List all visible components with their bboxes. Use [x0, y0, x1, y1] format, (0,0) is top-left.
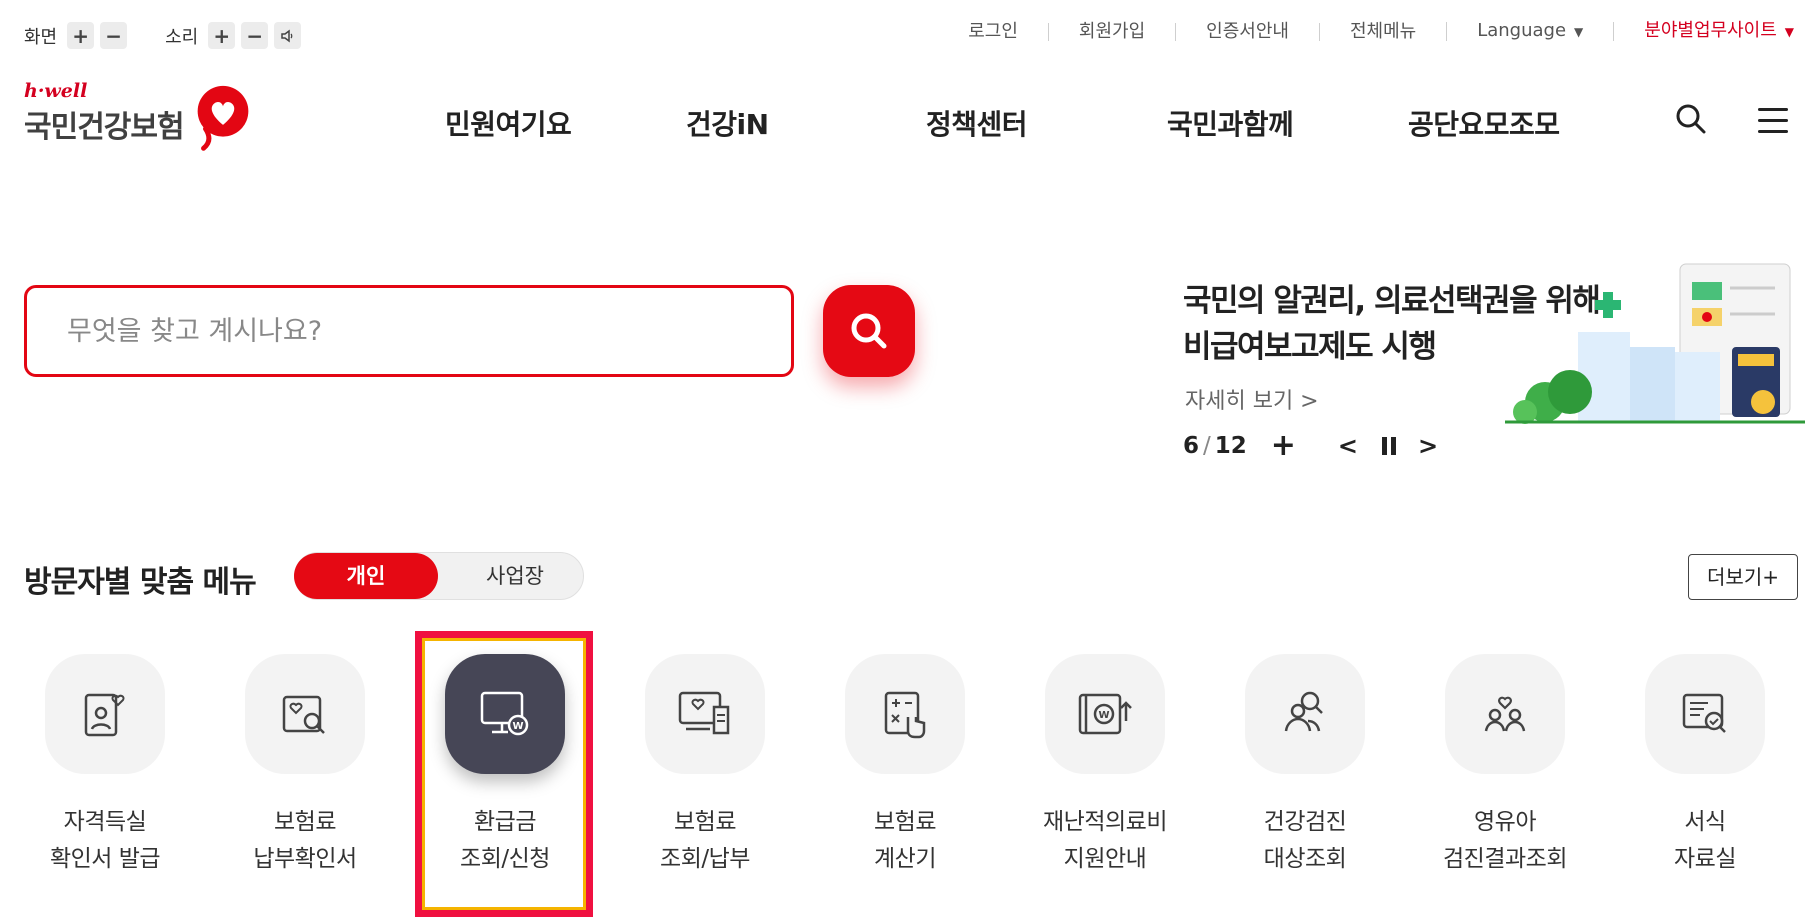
form-check-icon	[1682, 693, 1726, 733]
nhis-logo[interactable]: h·well 국민건강보험	[24, 80, 249, 151]
banner-current-page: 6	[1183, 432, 1200, 459]
menu-item-label: 서식	[1684, 809, 1726, 835]
custom-menu-title: 방문자별 맞춤 메뉴	[24, 565, 257, 600]
menu-item-label: 보험료	[674, 809, 736, 835]
full-menu-link[interactable]: 전체메뉴	[1318, 22, 1446, 41]
field-sites-select[interactable]: 분야별업무사이트 ▼	[1613, 22, 1794, 41]
volume-down-button[interactable]: −	[241, 22, 269, 49]
sound-label: 소리	[165, 26, 199, 48]
main-search-box	[24, 285, 794, 377]
menu-item-label: 영유아	[1474, 809, 1536, 835]
nav-with-people[interactable]: 국민과함께	[1167, 103, 1294, 143]
menu-item-label: 대상조회	[1263, 846, 1347, 872]
menu-item-premium-calculator[interactable]: 보험료계산기	[805, 654, 1005, 878]
screen-zoom-in-button[interactable]: +	[67, 22, 95, 49]
people-search-icon	[1284, 691, 1323, 732]
menu-item-label: 조회/납부	[660, 846, 750, 872]
menu-item-health-checkup-target[interactable]: 건강검진대상조회	[1205, 654, 1405, 878]
language-select[interactable]: Language ▼	[1446, 22, 1613, 41]
certificate-guide-link[interactable]: 인증서안내	[1175, 22, 1319, 41]
calculator-hand-icon	[884, 691, 926, 739]
menu-item-label: 검진결과조회	[1443, 846, 1567, 872]
tab-business[interactable]: 사업장	[445, 553, 585, 599]
id-card-heart-icon	[84, 693, 125, 737]
monitor-won-icon: W	[480, 691, 529, 736]
screen-size-label: 화면	[24, 26, 58, 48]
banner-plus-button[interactable]: +	[1271, 428, 1296, 463]
nav-about-agency[interactable]: 공단요모조모	[1408, 103, 1560, 143]
menu-item-forms-library[interactable]: 서식자료실	[1605, 654, 1805, 878]
menu-item-label: 계산기	[874, 846, 936, 872]
svg-text:W: W	[512, 721, 523, 732]
volume-up-button[interactable]: +	[208, 22, 236, 49]
menu-item-label: 보험료	[874, 809, 936, 835]
svg-text:W: W	[1098, 710, 1109, 721]
visitor-type-toggle: 개인 사업장	[294, 552, 584, 600]
menu-item-qualification-certificate[interactable]: 자격득실확인서 발급	[5, 654, 205, 878]
menu-item-label: 환급금	[474, 809, 536, 835]
main-search-input[interactable]	[67, 315, 751, 347]
banner-page-separator: /	[1203, 432, 1211, 459]
header-search-icon[interactable]	[1675, 103, 1707, 139]
family-heart-icon	[1484, 696, 1526, 732]
main-search-button[interactable]	[823, 285, 915, 377]
screen-zoom-out-button[interactable]: −	[100, 22, 128, 49]
logo-tagline: h·well	[24, 80, 88, 102]
field-sites-label: 분야별업무사이트	[1644, 20, 1777, 41]
nav-policy-center[interactable]: 정책센터	[926, 103, 1028, 143]
nav-health-in[interactable]: 건강iN	[686, 103, 769, 143]
menu-item-premium-payment-certificate[interactable]: 보험료납부확인서	[205, 654, 405, 878]
banner-controls: 6 / 12 + < >	[1183, 428, 1438, 463]
menu-item-label: 확인서 발급	[49, 846, 161, 872]
wallet-won-icon: W	[1078, 693, 1132, 735]
banner-total-pages: 12	[1214, 432, 1247, 459]
signup-link[interactable]: 회원가입	[1047, 22, 1175, 41]
banner-next-button[interactable]: >	[1418, 432, 1438, 460]
caret-down-icon: ▼	[1784, 25, 1794, 39]
menu-item-catastrophic-medical-support[interactable]: W 재난적의료비지원안내	[1005, 654, 1205, 878]
menu-item-refund-inquiry[interactable]: W 환급금조회/신청	[405, 654, 605, 878]
menu-item-label: 건강검진	[1263, 809, 1347, 835]
menu-item-label: 납부확인서	[253, 846, 357, 872]
speaker-icon[interactable]	[274, 22, 302, 49]
banner-pause-button[interactable]	[1382, 436, 1397, 455]
menu-item-label: 조회/신청	[460, 846, 550, 872]
menu-item-label: 보험료	[274, 809, 336, 835]
hospital-illustration	[1505, 263, 1805, 424]
logo-name: 국민건강보험	[24, 110, 185, 145]
menu-item-label: 자료실	[1674, 846, 1736, 872]
login-link[interactable]: 로그인	[968, 22, 1048, 41]
menu-item-infant-checkup-results[interactable]: 영유아검진결과조회	[1405, 654, 1605, 878]
tab-personal[interactable]: 개인	[294, 553, 438, 599]
heart-logo-icon	[197, 85, 249, 151]
search-icon	[851, 313, 887, 349]
menu-item-label: 자격득실	[63, 809, 147, 835]
caret-down-icon: ▼	[1574, 25, 1584, 39]
language-label: Language	[1477, 20, 1567, 41]
banner-more-link[interactable]: 자세히 보기 >	[1185, 383, 1319, 415]
utility-links: 로그인 회원가입 인증서안내 전체메뉴 Language ▼ 분야별업무사이트 ▼	[968, 22, 1794, 41]
menu-item-premium-inquiry-payment[interactable]: 보험료조회/납부	[605, 654, 805, 878]
accessibility-controls: 화면 + − 소리 + −	[24, 22, 302, 49]
menu-item-label: 지원안내	[1063, 846, 1147, 872]
nav-civil-service[interactable]: 민원여기요	[445, 103, 572, 143]
document-search-icon	[282, 695, 325, 734]
more-button[interactable]: 더보기+	[1688, 554, 1798, 600]
banner-prev-button[interactable]: <	[1338, 432, 1358, 460]
hamburger-menu-icon[interactable]	[1758, 108, 1788, 141]
menu-item-label: 재난적의료비	[1043, 809, 1167, 835]
monitor-receipt-icon	[678, 691, 730, 735]
